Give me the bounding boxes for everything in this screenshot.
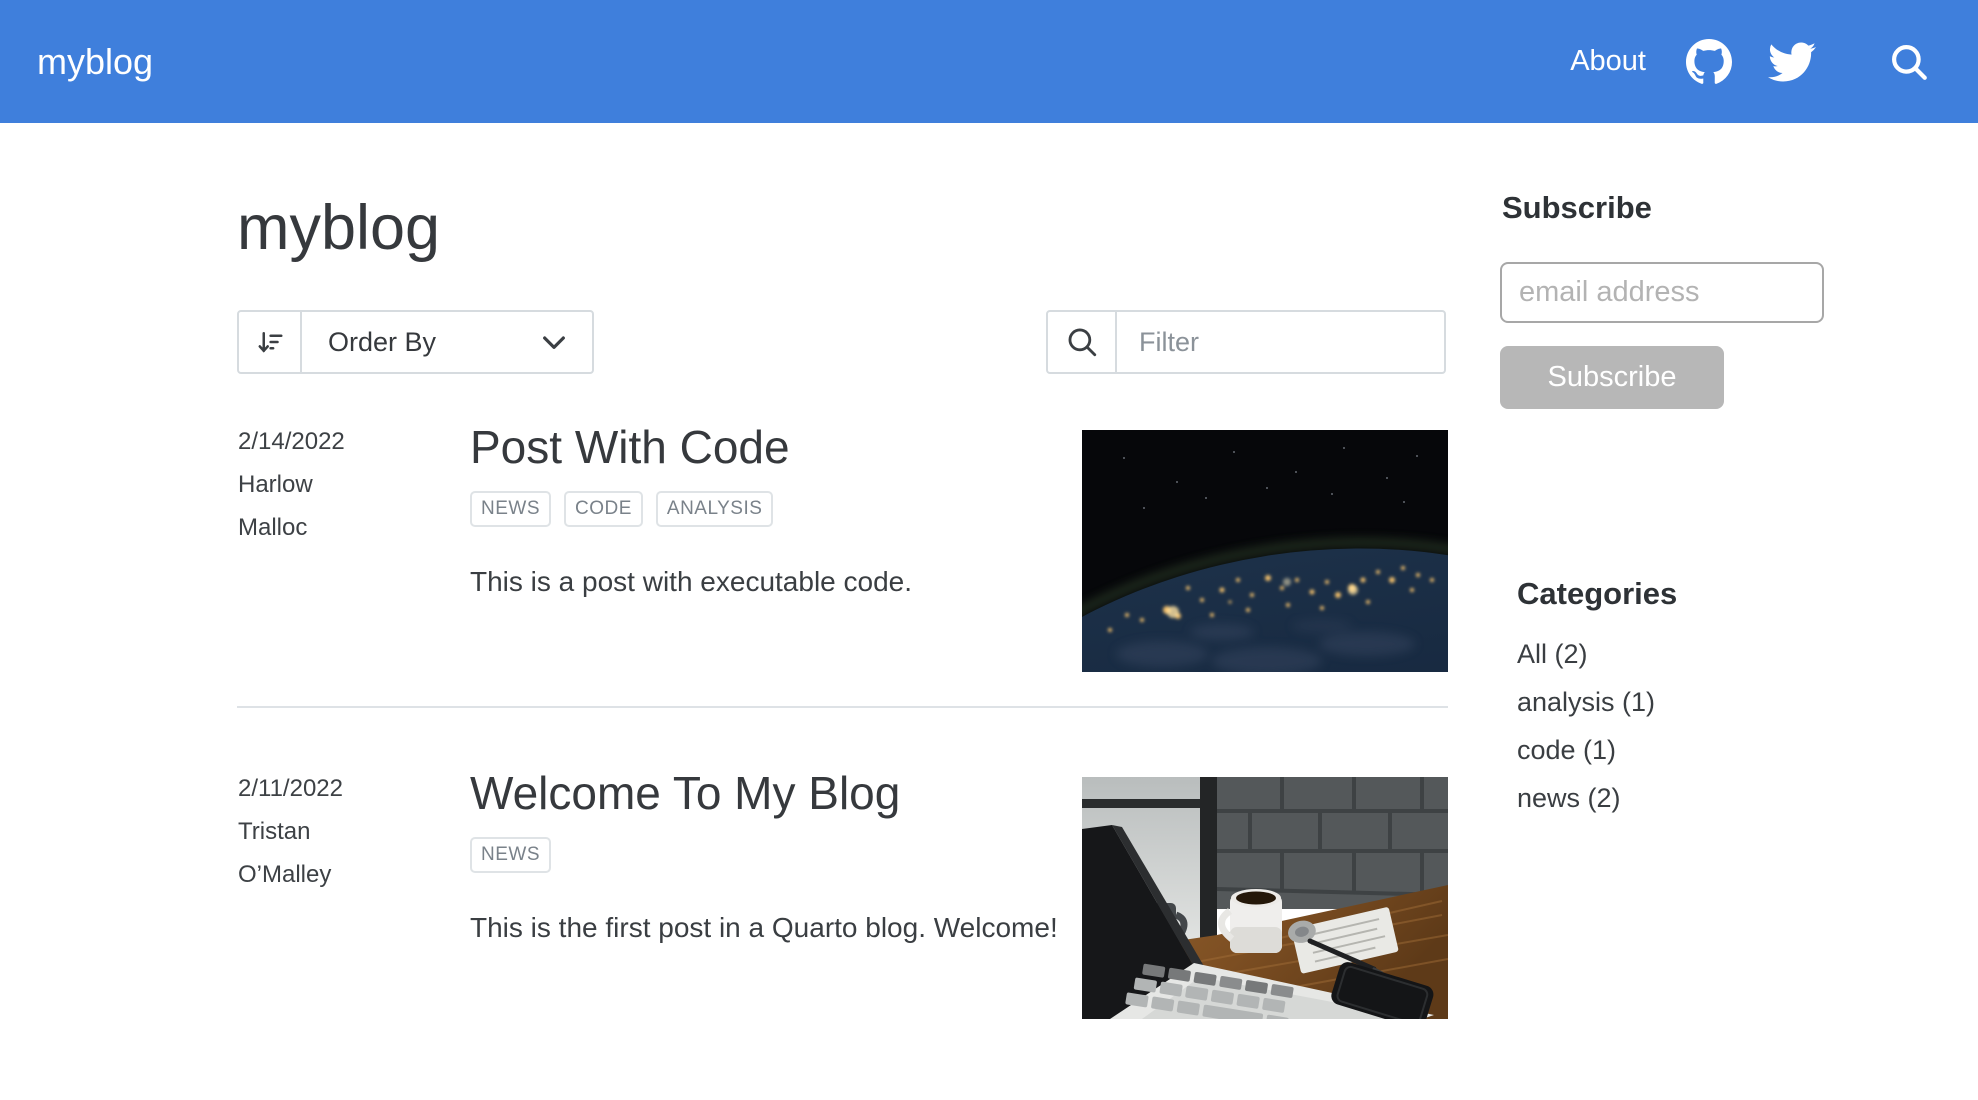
categories-list: All (2) analysis (1) code (1) news (2) xyxy=(1517,630,1655,822)
page-title: myblog xyxy=(237,193,441,263)
post-description: This is the first post in a Quarto blog.… xyxy=(470,912,1058,943)
post-thumbnail-desk[interactable] xyxy=(1082,777,1448,1019)
tag-news[interactable]: NEWS xyxy=(470,837,551,873)
navbar: myblog About xyxy=(0,0,1978,123)
nav-link-about[interactable]: About xyxy=(1570,45,1646,78)
post-date: 2/14/2022 xyxy=(238,428,345,455)
post-date: 2/11/2022 xyxy=(238,775,343,802)
post-meta: 2/14/2022 Harlow Malloc xyxy=(238,420,366,549)
subscribe-button[interactable]: Subscribe xyxy=(1500,346,1724,409)
navbar-brand[interactable]: myblog xyxy=(37,41,153,83)
navbar-search-icon[interactable] xyxy=(1888,41,1930,83)
post-description: This is a post with executable code. xyxy=(470,566,913,597)
filter-input[interactable] xyxy=(1117,312,1493,372)
blog-listing-page: myblog About myblog Order By Filter 2/14… xyxy=(0,0,1978,1100)
post-tags: NEWS CODE ANALYSIS xyxy=(470,491,1060,527)
post-author: Harlow Malloc xyxy=(238,471,313,541)
filter-box xyxy=(1046,310,1493,374)
post-body: Welcome To My Blog NEWS This is the firs… xyxy=(470,766,1060,954)
post-divider xyxy=(237,706,1448,708)
github-icon[interactable] xyxy=(1686,38,1732,85)
post-author: Tristan O’Malley xyxy=(238,818,332,888)
order-by-dropdown[interactable]: Order By xyxy=(237,310,594,374)
twitter-icon[interactable] xyxy=(1768,38,1816,86)
categories-heading: Categories xyxy=(1517,576,1678,611)
post-title[interactable]: Post With Code xyxy=(470,420,1060,474)
post-body: Post With Code NEWS CODE ANALYSIS This i… xyxy=(470,420,1060,608)
sort-icon xyxy=(239,312,302,372)
chevron-down-icon xyxy=(538,326,570,358)
tag-code[interactable]: CODE xyxy=(564,491,643,527)
post-thumbnail-earth[interactable] xyxy=(1082,430,1448,672)
navbar-right: About xyxy=(1570,0,1930,123)
category-item-news[interactable]: news (2) xyxy=(1517,774,1655,822)
tag-news[interactable]: NEWS xyxy=(470,491,551,527)
category-item-all[interactable]: All (2) xyxy=(1517,630,1655,678)
post-title[interactable]: Welcome To My Blog xyxy=(470,766,1060,820)
filter-search-icon xyxy=(1048,312,1117,372)
post-meta: 2/11/2022 Tristan O’Malley xyxy=(238,767,366,896)
post-tags: NEWS xyxy=(470,837,1060,873)
order-by-label: Order By xyxy=(328,326,437,357)
tag-analysis[interactable]: ANALYSIS xyxy=(655,491,774,527)
category-item-code[interactable]: code (1) xyxy=(1517,726,1655,774)
subscribe-heading: Subscribe xyxy=(1502,190,1652,225)
category-item-analysis[interactable]: analysis (1) xyxy=(1517,678,1655,726)
email-input[interactable] xyxy=(1500,262,1824,323)
